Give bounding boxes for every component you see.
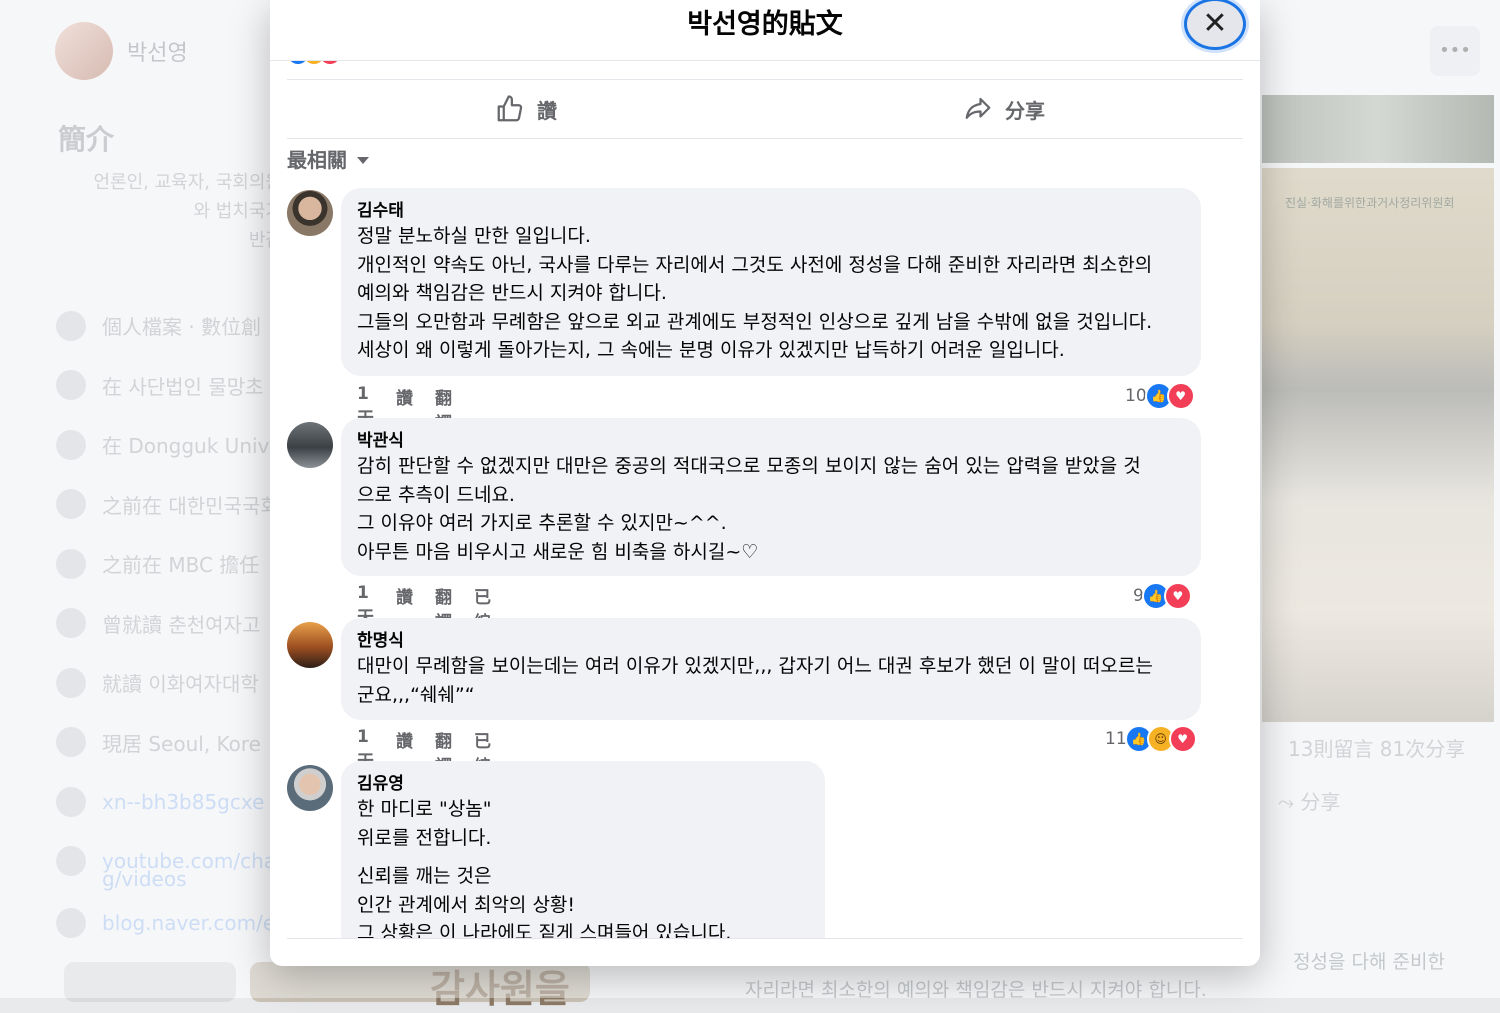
comment-bubble: 김유영 한 마디로 "상놈" 위로를 전합니다. 신뢰를 깨는 것은 인간 관계… [341, 761, 825, 938]
reaction-count: 10 [1125, 386, 1147, 406]
share-arrow-icon [965, 97, 991, 119]
comment-text-line: 예의와 책임감은 반드시 지켜야 합니다. [357, 282, 667, 304]
comment-text-line: 그 이유야 여러 가지로 추론할 수 있지만~^^. [357, 512, 727, 534]
like-label: 讚 [537, 98, 557, 123]
love-reaction-icon: ♥ [1166, 382, 1195, 410]
love-reaction-icon: ♥ [1163, 582, 1192, 610]
thumbs-up-icon [497, 95, 523, 122]
commenter-avatar[interactable] [287, 622, 333, 668]
sort-label: 最相關 [287, 148, 347, 172]
commenter-avatar[interactable] [287, 190, 333, 236]
comment-reactions[interactable]: 9 👍 ♥ [1133, 582, 1192, 610]
caret-down-icon [357, 156, 369, 164]
reaction-count: 11 [1105, 729, 1127, 749]
comment-text-line: 감히 판단할 수 없겠지만 대만은 중공의 적대국으로 모종의 보이지 않는 숨… [357, 455, 1141, 477]
comment-author[interactable]: 박관식 [357, 430, 1185, 452]
comment-reactions[interactable]: 11 👍 ☺ ♥ [1105, 725, 1197, 753]
commenter-avatar[interactable] [287, 765, 333, 811]
comment-bubble: 김수태 정말 분노하실 만한 일입니다. 개인적인 약속도 아닌, 국사를 다루… [341, 188, 1201, 376]
like-button[interactable]: 讚 [287, 80, 765, 138]
comment-text-line: 정말 분노하실 만한 일입니다. [357, 225, 591, 247]
comment-text-line: 위로를 전합니다. [357, 826, 492, 849]
comment-paragraph-gap [357, 852, 809, 862]
comment-author[interactable]: 김수태 [357, 200, 1185, 222]
comment-text-line: 대만이 무례함을 보이는데는 여러 이유가 있겠지만,,, 갑자기 어느 대권 … [357, 655, 1153, 677]
comment-bubble: 한명식 대만이 무례함을 보이는데는 여러 이유가 있겠지만,,, 갑자기 어느… [341, 618, 1201, 720]
comment-text-line: 으로 추측이 드네요. [357, 483, 515, 506]
comment-text-line: 인간 관계에서 최악의 상황! [357, 893, 576, 916]
comment-author[interactable]: 김유영 [357, 773, 809, 795]
share-label: 分享 [1005, 98, 1045, 123]
comment-bubble: 박관식 감히 판단할 수 없겠지만 대만은 중공의 적대국으로 모종의 보이지 … [341, 418, 1201, 576]
post-action-bar: 讚 分享 [287, 79, 1243, 139]
comment-author[interactable]: 한명식 [357, 630, 1185, 652]
comments-list: 김수태 정말 분노하실 만한 일입니다. 개인적인 약속도 아닌, 국사를 다루… [270, 186, 1260, 938]
comment-text-line: 그들의 오만함과 무례함은 앞으로 외교 관계에도 부정적인 인상으로 깊게 남… [357, 310, 1153, 333]
comment-text-line: 군요,,,“쉐쉐”“ [357, 683, 475, 706]
commenter-avatar[interactable] [287, 422, 333, 468]
comment-sort-dropdown[interactable]: 最相關 [287, 144, 369, 173]
comment-text-line: 세상이 왜 이렇게 돌아가는지, 그 속에는 분명 이유가 있겠지만 납득하기 … [357, 339, 1065, 361]
close-button[interactable]: ✕ [1184, 0, 1246, 50]
comment-composer-divider [287, 938, 1243, 939]
comment-text-line: 개인적인 약속도 아닌, 국사를 다루는 자리에서 그것도 사전에 정성을 다해… [357, 253, 1153, 276]
comment-text-line: 신뢰를 깨는 것은 [357, 865, 492, 887]
comment-text-line: 한 마디로 "상놈" [357, 798, 492, 820]
post-dialog: 박선영的貼文 ✕ 讚 分享 最相關 김수태 정말 분노하실 만한 일입니다. 개… [270, 0, 1260, 966]
comment-text-line: 아무튼 마음 비우시고 새로운 힘 비축을 하시길~♡ [357, 540, 759, 563]
dialog-title: 박선영的貼文 [687, 9, 843, 40]
dialog-header: 박선영的貼文 ✕ [270, 0, 1260, 61]
comment-reactions[interactable]: 10 👍 ♥ [1125, 382, 1195, 410]
share-button[interactable]: 分享 [765, 80, 1243, 138]
comment-text-line: 그 상황은 이 나라에도 짙게 스며들어 있습니다. [357, 922, 732, 938]
close-icon: ✕ [1202, 6, 1228, 41]
love-reaction-icon: ♥ [1168, 725, 1197, 753]
